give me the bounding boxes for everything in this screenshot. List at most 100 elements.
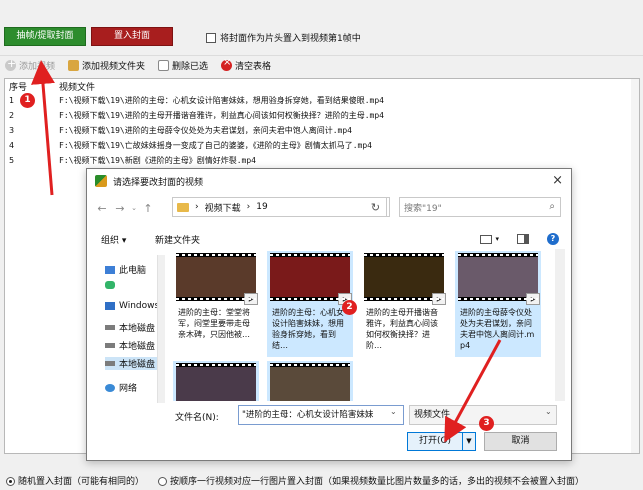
file-tile[interactable]: [173, 361, 259, 401]
row-no: 5: [9, 156, 15, 165]
file-tile[interactable]: ▶ 进阶的主母：堂堂将军，闷堂里要带走母亲木碑，只因他被…: [173, 251, 259, 357]
file-tile[interactable]: ▶ 进阶的主母开播谐音雅许，利益真心间该如何权衡抉择？进阶…: [361, 251, 447, 357]
first-frame-label: 将封面作为片头置入到视频第1帧中: [220, 34, 361, 44]
table-row[interactable]: 1 F:\视频下载\19\进阶的主母：心机女设计陷害妹妹，想用验身拆穿她，看到结果…: [5, 93, 639, 108]
folder-icon: [68, 60, 80, 71]
breadcrumb-item[interactable]: 视频下载: [205, 201, 241, 214]
up-arrow-icon[interactable]: ↑: [139, 202, 157, 215]
breadcrumb-item[interactable]: 19: [256, 202, 267, 212]
row-path: F:\视频下载\19\新剧《进阶的主母》剧情好炸裂.mp4: [59, 156, 256, 165]
chevron-down-icon[interactable]: ⌄: [390, 407, 397, 416]
drive-icon: [105, 302, 115, 310]
delete-selected-label: 删除已选: [172, 62, 209, 72]
nav-item-cloud[interactable]: [105, 281, 157, 289]
filename-label: 文件名(N):: [175, 413, 219, 423]
preview-pane-icon[interactable]: [517, 234, 529, 244]
table-row[interactable]: 4 F:\视频下载\19\亡故妹妹摇身一变成了自己的婆婆，《进阶的主母》剧情太抓马…: [5, 138, 639, 153]
dialog-titlebar: 请选择要改封面的视频 ×: [87, 169, 571, 193]
file-grid: ▶ 进阶的主母：堂堂将军，闷堂里要带走母亲木碑，只因他被… ▶ 进阶的主母：心机…: [169, 249, 553, 401]
nav-label: 本地磁盘: [119, 342, 156, 352]
add-video-label: 添加视频: [19, 62, 56, 72]
chevron-down-icon[interactable]: ⌄: [545, 407, 552, 416]
video-file-icon: ▶: [432, 293, 446, 305]
video-file-icon: ▶: [244, 293, 258, 305]
add-icon: [5, 57, 16, 71]
insert-mode-options: 随机置入封面（可能有相同的） 按顺序一行视频对应一行图片置入封面（如果视频数量比…: [0, 470, 643, 490]
add-folder-label: 添加视频文件夹: [82, 62, 146, 72]
nav-label: 此电脑: [119, 266, 147, 276]
delete-selected-button[interactable]: 删除已选: [153, 56, 216, 76]
help-icon[interactable]: ?: [547, 233, 559, 245]
file-tile[interactable]: ▶ 进阶的主母薛令仪处处为夫君谋划，亲问夫君中饱人离间计.mp4: [455, 251, 541, 357]
navigation-scrollbar[interactable]: [157, 255, 165, 403]
first-frame-option[interactable]: 将封面作为片头置入到视频第1帧中: [206, 31, 361, 44]
address-bar-row: ← → ⌄ ↑ › 视频下载 › 19 ⌄ ↻ 搜索"19" ⌕: [87, 197, 571, 219]
column-header-no[interactable]: 序号: [5, 80, 55, 93]
open-file-dialog: 请选择要改封面的视频 × ← → ⌄ ↑ › 视频下载 › 19 ⌄ ↻ 搜索"…: [86, 168, 572, 461]
open-button[interactable]: 打开(O): [407, 432, 463, 451]
file-grid-scrollbar[interactable]: [555, 249, 565, 401]
option-random-label: 随机置入封面（可能有相同的）: [18, 476, 145, 487]
nav-item-network[interactable]: 网络: [105, 381, 157, 394]
drive-icon: [105, 343, 115, 348]
step-marker-2: 2: [342, 300, 357, 315]
organize-menu[interactable]: 组织 ▾: [101, 233, 126, 246]
nav-item-local-disk[interactable]: 本地磁盘: [105, 357, 157, 370]
nav-label: 网络: [119, 384, 138, 394]
address-bar[interactable]: › 视频下载 › 19 ⌄: [172, 197, 390, 217]
option-sequential-label: 按顺序一行视频对应一行图片置入封面（如果视频数量比图片数量多的话，多出的视频不会…: [170, 476, 585, 487]
row-no: 4: [9, 141, 15, 150]
dialog-title: 请选择要改封面的视频: [113, 177, 204, 188]
first-frame-checkbox[interactable]: [206, 32, 216, 43]
cloud-drive-icon: [105, 281, 115, 289]
file-name: 进阶的主母：心机女设计陷害妹妹，想用验身拆穿她，看到结…: [272, 308, 344, 350]
add-video-button[interactable]: 添加视频: [0, 56, 63, 76]
chevron-down-icon: ▾: [495, 235, 499, 243]
command-bar: 组织 ▾ 新建文件夹 ▾ ?: [87, 229, 571, 249]
view-options[interactable]: ▾: [480, 234, 499, 244]
video-thumbnail: ▶: [176, 253, 258, 305]
new-folder-button[interactable]: 新建文件夹: [155, 233, 200, 246]
nav-item-windows[interactable]: Windows: [105, 301, 157, 311]
add-folder-button[interactable]: 添加视频文件夹: [63, 56, 153, 76]
video-thumbnail: [270, 363, 350, 401]
toolbar: 添加视频 添加视频文件夹 删除已选 清空表格: [0, 55, 643, 75]
top-area: 抽帧/提取封面 置入封面 将封面作为片头置入到视频第1帧中: [0, 0, 643, 52]
option-sequential[interactable]: 按顺序一行视频对应一行图片置入封面（如果视频数量比图片数量多的话，多出的视频不会…: [158, 474, 584, 487]
table-row[interactable]: 2 F:\视频下载\19\进阶的主母开播谐音雅许，利益真心间该如何权衡抉择？进阶的…: [5, 108, 639, 123]
close-icon[interactable]: ×: [552, 173, 563, 188]
row-path: F:\视频下载\19\进阶的主母薛令仪处处为夫君谋划，亲问夫君中饱人离间计.mp…: [59, 126, 352, 135]
column-header-file[interactable]: 视频文件: [55, 80, 95, 93]
breadcrumb-separator: ›: [246, 202, 251, 212]
filename-input[interactable]: "进阶的主母：心机女设计陷害妹妹: [238, 405, 404, 425]
computer-icon: [105, 265, 115, 274]
table-row[interactable]: 3 F:\视频下载\19\进阶的主母薛令仪处处为夫君谋划，亲问夫君中饱人离间计.m…: [5, 123, 639, 138]
drive-icon: [105, 325, 115, 330]
forward-arrow-icon[interactable]: →: [111, 202, 129, 215]
nav-label: 本地磁盘: [119, 360, 156, 370]
nav-item-this-pc[interactable]: 此电脑: [105, 263, 157, 276]
back-arrow-icon[interactable]: ←: [93, 202, 111, 215]
radio-random[interactable]: [6, 476, 15, 486]
video-thumbnail: ▶: [270, 253, 352, 305]
nav-item-local-disk[interactable]: 本地磁盘: [105, 339, 157, 352]
dropdown-history-icon[interactable]: ⌄: [129, 204, 139, 212]
option-random[interactable]: 随机置入封面（可能有相同的）: [6, 474, 144, 487]
table-row[interactable]: 5 F:\视频下载\19\新剧《进阶的主母》剧情好炸裂.mp4: [5, 153, 639, 168]
search-input[interactable]: 搜索"19" ⌕: [399, 197, 561, 217]
clear-table-button[interactable]: 清空表格: [216, 56, 279, 76]
nav-item-local-disk[interactable]: 本地磁盘: [105, 321, 157, 334]
cancel-button[interactable]: 取消: [484, 432, 557, 451]
table-scrollbar[interactable]: [631, 79, 639, 453]
breadcrumb-separator: ›: [195, 202, 199, 212]
row-no: 2: [9, 111, 15, 120]
refresh-icon[interactable]: ↻: [365, 197, 387, 217]
row-path: F:\视频下载\19\亡故妹妹摇身一变成了自己的婆婆，《进阶的主母》剧情太抓马了…: [59, 141, 372, 150]
open-dropdown-button[interactable]: ▼: [463, 432, 476, 451]
file-tile[interactable]: ▶ 进阶的主母：心机女设计陷害妹妹，想用验身拆穿她，看到结…: [267, 251, 353, 357]
radio-sequential[interactable]: [158, 476, 168, 486]
file-tile[interactable]: [267, 361, 353, 401]
insert-cover-button[interactable]: 置入封面: [91, 27, 173, 46]
video-thumbnail: [176, 363, 256, 401]
extract-cover-button[interactable]: 抽帧/提取封面: [4, 27, 86, 46]
